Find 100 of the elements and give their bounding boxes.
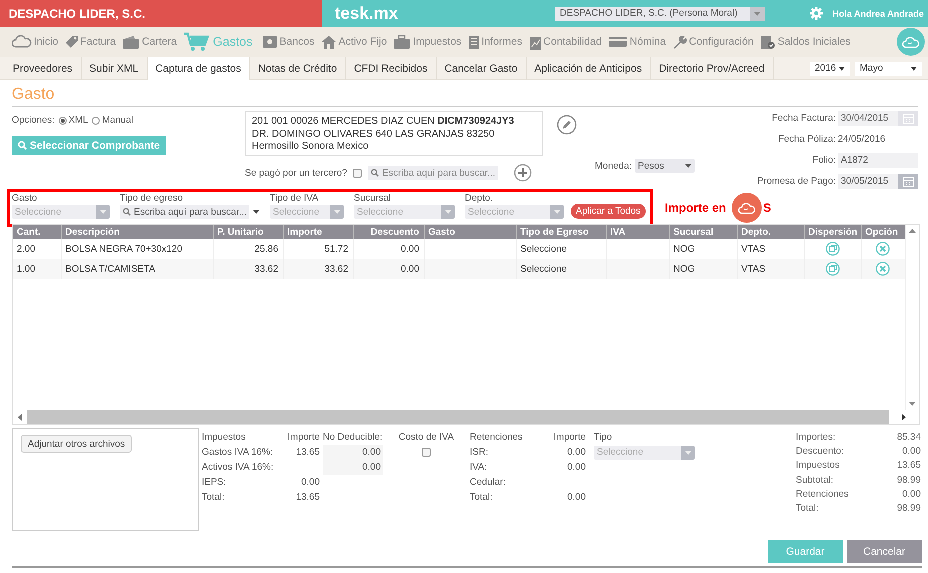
save-button[interactable]: Guardar	[768, 540, 843, 563]
summary-value: 13.65	[897, 459, 921, 473]
retention-label: ISR:	[470, 446, 490, 460]
settings-icon[interactable]	[810, 7, 823, 20]
month-select[interactable]: Mayo	[855, 62, 922, 76]
non-deductible-field[interactable]: 0.00	[323, 460, 383, 475]
nav-item[interactable]: Nómina	[608, 36, 666, 48]
summary-value: 98.99	[897, 474, 921, 488]
search-field[interactable]: Escriba aquí para buscar...	[368, 166, 498, 180]
card-icon	[608, 36, 628, 48]
column-header[interactable]: Gasto	[424, 225, 516, 239]
radio-option[interactable]: Manual	[92, 115, 134, 126]
column-header[interactable]: Dispersión	[804, 225, 861, 239]
filter-select[interactable]: Seleccione	[465, 205, 564, 219]
tab[interactable]: Proveedores	[5, 57, 82, 80]
column-header: Importe	[552, 431, 586, 445]
address-line: 201 001 00026 MERCEDES DIAZ CUEN DICM730924JY3	[252, 116, 516, 128]
horizontal-scrollbar[interactable]	[13, 410, 919, 424]
nav-item[interactable]: Configuración	[672, 34, 754, 50]
dropdown-arrow-icon[interactable]	[253, 210, 260, 214]
select-voucher-button[interactable]: Seleccionar Comprobante	[12, 136, 166, 155]
nav-item[interactable]: Inicio	[12, 35, 59, 49]
column-header[interactable]: Tipo de Egreso	[516, 225, 606, 239]
tab[interactable]: Directorio Prov/Acreed	[651, 57, 774, 80]
year-select[interactable]: 2016	[810, 62, 850, 76]
column-header[interactable]: Depto.	[737, 225, 804, 239]
non-deductible-field[interactable]: 0.00	[323, 445, 383, 460]
filter-select[interactable]: Seleccione	[354, 205, 456, 219]
column-header[interactable]: Descripción	[61, 225, 213, 239]
column-header: Tipo	[593, 431, 614, 445]
dispersion-icon[interactable]	[826, 262, 840, 276]
scroll-down-icon	[909, 402, 916, 406]
date-field[interactable]: 30/04/2015	[838, 111, 918, 126]
retention-type-select[interactable]: Seleccione	[594, 446, 695, 460]
dispersion-icon[interactable]	[826, 242, 840, 256]
field-label: Fecha Póliza:	[777, 133, 837, 147]
nav-item[interactable]: Impuestos	[393, 35, 462, 49]
filter-select[interactable]: Seleccione	[12, 205, 110, 219]
delete-icon[interactable]	[876, 242, 890, 256]
column-header[interactable]: Descuento	[353, 225, 424, 239]
currency-select[interactable]: Pesos	[635, 159, 695, 173]
delete-icon[interactable]	[876, 262, 890, 276]
tax-amount: 0.00	[300, 476, 320, 490]
column-header[interactable]: IVA	[606, 225, 669, 239]
currency-label: Moneda:	[595, 160, 632, 172]
nav-item[interactable]: Contabilidad	[528, 34, 602, 50]
table-cell: 33.62	[283, 259, 353, 279]
radio-button[interactable]	[58, 116, 67, 124]
column-header[interactable]: Sucursal	[669, 225, 737, 239]
safe-icon	[262, 35, 278, 49]
filter-select[interactable]: Seleccione	[270, 205, 344, 219]
briefcase-icon	[393, 35, 412, 49]
table-cell: BOLSA T/CAMISETA	[61, 259, 213, 279]
vertical-scrollbar[interactable]	[905, 225, 919, 410]
summary-label: Retenciones	[796, 488, 850, 502]
nav-item[interactable]: Cartera	[122, 35, 178, 49]
add-icon[interactable]	[514, 164, 532, 182]
nav-item[interactable]: Activo Fijo	[320, 35, 388, 49]
summary-label: Total:	[796, 502, 820, 516]
cloud-button[interactable]	[732, 193, 762, 223]
radio-button[interactable]	[92, 116, 100, 124]
address-line: Hermosillo Sonora Mexico	[252, 141, 370, 154]
nav-item[interactable]: Factura	[64, 35, 116, 49]
nav-item[interactable]: Gastos	[183, 32, 253, 52]
search-field[interactable]: Escriba aquí para buscar...	[120, 205, 250, 219]
retention-label: Cedular:	[470, 476, 507, 490]
cancel-button[interactable]: Cancelar	[847, 540, 922, 563]
column-header[interactable]: Importe	[283, 225, 353, 239]
summary-label: Descuento:	[796, 444, 846, 459]
tab[interactable]: Aplicación de Anticipos	[526, 57, 652, 80]
input-field[interactable]: A1872	[838, 153, 918, 168]
nav-item[interactable]: Informes	[468, 34, 523, 50]
checkbox[interactable]	[353, 168, 362, 178]
company-select[interactable]: DESPACHO LIDER, S.C. (Persona Moral)	[555, 6, 765, 20]
tax-label: Activos IVA 16%:	[202, 461, 275, 475]
dropdown-arrow-icon	[839, 66, 845, 70]
dropdown-arrow-icon	[444, 210, 452, 214]
radio-option[interactable]: XML	[58, 115, 88, 126]
document-icon	[468, 34, 480, 50]
tab[interactable]: Notas de Crédito	[250, 57, 346, 80]
cart-icon	[183, 32, 212, 52]
cloud-button[interactable]	[897, 28, 925, 56]
tab[interactable]: CFDI Recibidos	[346, 57, 437, 80]
table-cell: NOG	[669, 259, 737, 279]
wallet-icon	[122, 35, 140, 49]
column-header[interactable]: P. Unitario	[213, 225, 283, 239]
column-header[interactable]: Opción	[861, 225, 905, 239]
tab[interactable]: Cancelar Gasto	[436, 57, 527, 80]
apply-all-button[interactable]: Aplicar a Todos	[571, 204, 646, 219]
date-field[interactable]: 30/05/2015	[838, 174, 918, 189]
summary-value: 0.00	[902, 488, 921, 502]
nav-item[interactable]: Saldos Iniciales	[760, 34, 851, 50]
nav-item[interactable]: Bancos	[262, 35, 315, 49]
checkbox[interactable]	[422, 448, 431, 457]
edit-icon[interactable]	[557, 115, 577, 135]
table-cell: Seleccione	[516, 259, 606, 279]
column-header[interactable]: Cant.	[13, 225, 61, 239]
tab[interactable]: Captura de gastos	[148, 57, 250, 80]
attach-files-button[interactable]: Adjuntar otros archivos	[21, 435, 132, 453]
dropdown-arrow-icon	[100, 210, 106, 214]
